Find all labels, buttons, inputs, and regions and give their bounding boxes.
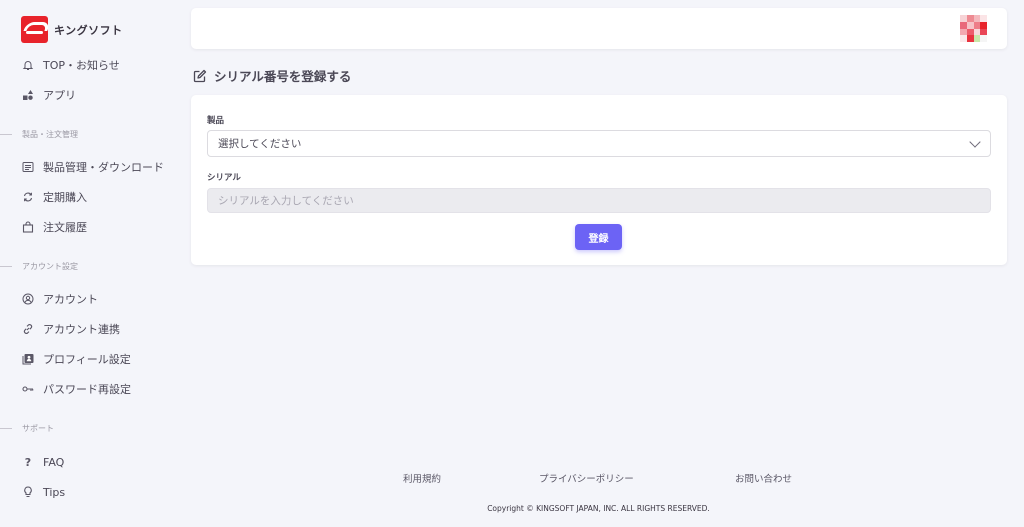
sidebar-item-label: 製品管理・ダウンロード	[43, 161, 164, 174]
page-title: シリアル番号を登録する	[192, 66, 351, 85]
sidebar-item-label: アカウント	[43, 293, 98, 306]
sidebar-item-faq[interactable]: ? FAQ	[21, 452, 65, 472]
serial-field-label: シリアル	[207, 173, 241, 183]
sidebar-item-label: TOP・お知らせ	[43, 59, 120, 72]
section-header-products: 製品・注文管理	[0, 127, 78, 141]
profile-card-icon	[21, 352, 35, 366]
serial-registration-form: 製品 選択してください シリアル 登録	[191, 95, 1007, 265]
key-icon	[21, 382, 35, 396]
sidebar-item-label: FAQ	[43, 455, 65, 469]
user-circle-icon	[21, 292, 35, 306]
sidebar-item-label: パスワード再設定	[43, 383, 131, 396]
sidebar-item-product-management[interactable]: 製品管理・ダウンロード	[21, 157, 164, 177]
shapes-icon	[21, 88, 35, 102]
footer-link-privacy[interactable]: プライバシーポリシー	[539, 471, 634, 485]
footer-link-terms[interactable]: 利用規約	[403, 471, 441, 485]
sidebar-item-password-reset[interactable]: パスワード再設定	[21, 379, 131, 399]
bag-icon	[21, 220, 35, 234]
serial-input[interactable]	[207, 188, 991, 213]
sidebar-item-account-link[interactable]: アカウント連携	[21, 319, 120, 339]
register-button[interactable]: 登録	[575, 224, 622, 250]
sidebar-item-profile[interactable]: プロフィール設定	[21, 349, 131, 369]
sidebar-item-apps[interactable]: アプリ	[21, 85, 76, 105]
sidebar-item-label: プロフィール設定	[43, 353, 131, 366]
sidebar: キングソフト TOP・お知らせ アプリ 製品・注文管理 製品管理・ダウンロード …	[0, 0, 174, 527]
edit-icon	[192, 68, 207, 83]
sidebar-item-label: 定期購入	[43, 191, 87, 204]
product-field-label: 製品	[207, 116, 225, 126]
section-header-account-settings: アカウント設定	[0, 259, 78, 273]
sidebar-item-top-news[interactable]: TOP・お知らせ	[21, 55, 120, 75]
copyright: Copyright © KINGSOFT JAPAN, INC. ALL RIG…	[487, 504, 710, 513]
sidebar-item-subscription[interactable]: 定期購入	[21, 187, 87, 207]
bell-icon	[21, 58, 35, 72]
kingsoft-logo-icon	[21, 16, 48, 43]
product-select[interactable]: 選択してください	[207, 130, 991, 157]
list-icon	[21, 160, 35, 174]
brand-name: キングソフト	[54, 23, 123, 37]
sidebar-item-label: アプリ	[43, 89, 76, 102]
lightbulb-icon	[21, 485, 35, 499]
sidebar-item-label: アカウント連携	[43, 323, 120, 336]
brand-logo[interactable]: キングソフト	[21, 16, 123, 43]
sidebar-item-order-history[interactable]: 注文履歴	[21, 217, 87, 237]
user-avatar[interactable]	[960, 15, 987, 42]
top-bar	[191, 8, 1007, 49]
product-select-value: 選択してください	[218, 138, 302, 150]
sidebar-item-tips[interactable]: Tips	[21, 482, 65, 502]
refresh-icon	[21, 190, 35, 204]
section-header-support: サポート	[0, 421, 54, 435]
question-icon: ?	[24, 455, 32, 469]
sidebar-item-label: Tips	[43, 485, 66, 499]
footer-link-contact[interactable]: お問い合わせ	[735, 471, 792, 485]
page-title-text: シリアル番号を登録する	[214, 69, 352, 84]
sidebar-item-label: 注文履歴	[43, 221, 87, 234]
chevron-down-icon	[969, 136, 981, 148]
link-icon	[21, 322, 35, 336]
sidebar-item-account[interactable]: アカウント	[21, 289, 98, 309]
